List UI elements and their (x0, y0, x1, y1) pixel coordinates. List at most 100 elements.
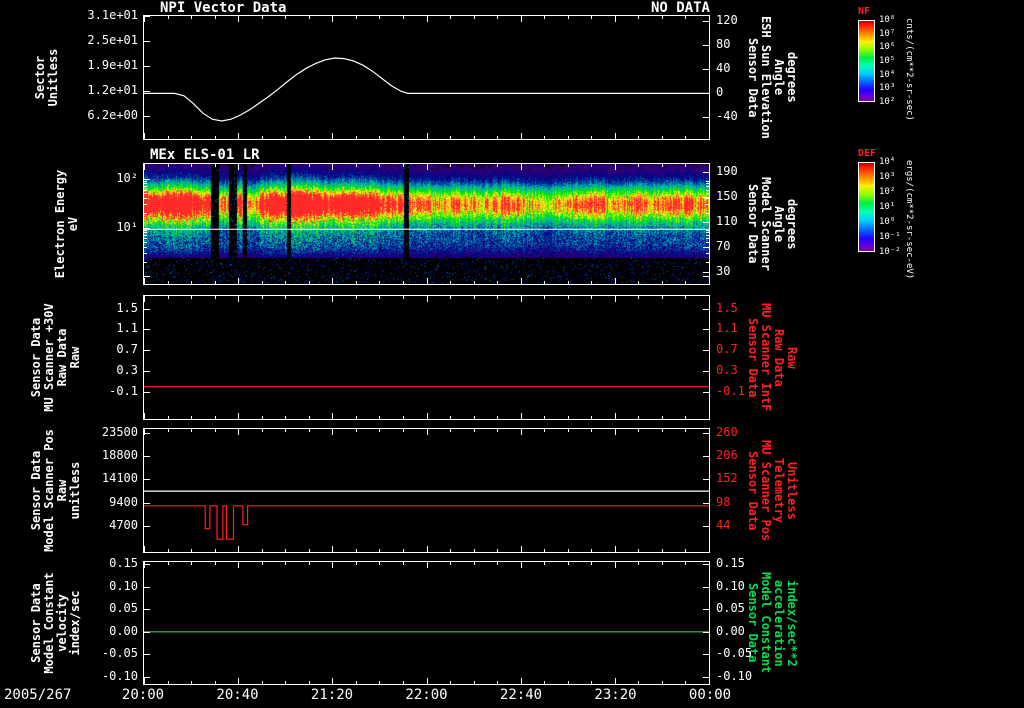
tick-mark (614, 413, 616, 419)
tick-mark (520, 16, 522, 22)
tick-mark (614, 429, 616, 435)
tick-mark (703, 93, 709, 95)
tick-mark (191, 164, 193, 167)
ytick-label-right: 70 (716, 238, 731, 253)
tick-mark (661, 416, 663, 419)
tick-mark (544, 164, 546, 167)
tick-mark (497, 681, 499, 684)
tick-mark (261, 136, 263, 139)
colorbar-tick-label: 10⁻¹ (879, 232, 901, 242)
tick-mark (144, 91, 150, 93)
ytick-label-left: 10² (116, 170, 138, 185)
tick-mark (238, 562, 240, 568)
tick-mark (355, 681, 357, 684)
tick-mark (144, 609, 150, 611)
tick-mark (332, 562, 334, 568)
tick-mark (497, 562, 499, 565)
tick-mark (567, 136, 569, 139)
tick-mark (426, 296, 428, 302)
ytick-label-right: 0.00 (716, 623, 745, 638)
tick-mark (450, 416, 452, 419)
ytick-label-left: 1.1 (116, 321, 138, 336)
tick-mark (238, 678, 240, 684)
panel-2 (143, 163, 710, 285)
tick-mark (355, 281, 357, 284)
tick-mark (379, 296, 381, 299)
tick-mark (709, 678, 710, 684)
panel-5 (143, 561, 710, 685)
xtick-label: 20:40 (216, 687, 259, 703)
tick-mark (685, 681, 687, 684)
tick-mark (614, 296, 616, 302)
ytick-label-right: 190 (716, 164, 738, 179)
tick-mark (544, 296, 546, 299)
tick-mark (703, 117, 709, 119)
ytick-label-right: 80 (716, 37, 731, 52)
tick-mark (402, 136, 404, 139)
tick-mark (285, 681, 287, 684)
tick-mark (238, 164, 240, 170)
tick-mark (426, 429, 428, 435)
tick-mark (214, 681, 216, 684)
tick-mark (144, 232, 147, 234)
tick-mark (144, 261, 147, 263)
tick-mark (402, 164, 404, 167)
tick-mark (355, 549, 357, 552)
tick-mark (661, 429, 663, 432)
tick-mark (144, 546, 145, 552)
tick-mark (473, 416, 475, 419)
tick-mark (144, 238, 147, 240)
tick-mark (591, 549, 593, 552)
tick-mark (402, 281, 404, 284)
tick-mark (308, 681, 310, 684)
tick-mark (661, 16, 663, 19)
tick-mark (567, 429, 569, 432)
tick-mark (591, 416, 593, 419)
tick-mark (238, 429, 240, 435)
ytick-label-right: 110 (716, 213, 738, 228)
tick-mark (706, 242, 709, 244)
tick-mark (332, 278, 334, 284)
ytick-label-right: 0 (716, 85, 724, 100)
tick-mark (703, 609, 709, 611)
tick-mark (285, 416, 287, 419)
ytick-label-left: 18800 (101, 448, 138, 463)
tick-mark (703, 172, 709, 174)
series-layer (144, 386, 709, 388)
tick-mark (285, 562, 287, 565)
tick-mark (144, 654, 150, 656)
colorbar-tick-label: 10³ (879, 172, 896, 182)
series-esh-sun-elevation-angle (144, 57, 709, 122)
tick-mark (450, 281, 452, 284)
tick-mark (544, 16, 546, 19)
tick-mark (706, 253, 709, 255)
tick-mark (614, 16, 616, 22)
colorbar-tick-label: 10² (879, 187, 896, 197)
ytick-label-right: 1.1 (716, 321, 738, 336)
tick-mark (402, 681, 404, 684)
tick-mark (703, 350, 709, 352)
tick-mark (614, 278, 616, 284)
tick-mark (308, 136, 310, 139)
tick-mark (520, 546, 522, 552)
tick-mark (191, 281, 193, 284)
tick-mark (497, 136, 499, 139)
series-layer (144, 631, 709, 633)
tick-mark (167, 296, 169, 299)
tick-mark (144, 479, 150, 481)
tick-mark (214, 429, 216, 432)
tick-mark (144, 229, 147, 231)
series-layer (144, 490, 709, 540)
tick-mark (706, 235, 709, 237)
tick-mark (591, 281, 593, 284)
tick-mark (144, 212, 147, 214)
ytick-label-right: 260 (716, 424, 738, 439)
tick-mark (567, 296, 569, 299)
tick-mark (544, 136, 546, 139)
series-layer (144, 57, 709, 122)
xtick-label: 22:40 (499, 687, 543, 703)
colorbar-tick-label: 10⁴ (879, 157, 896, 167)
tick-mark (703, 391, 709, 393)
tick-mark (473, 281, 475, 284)
tick-mark (709, 164, 710, 170)
